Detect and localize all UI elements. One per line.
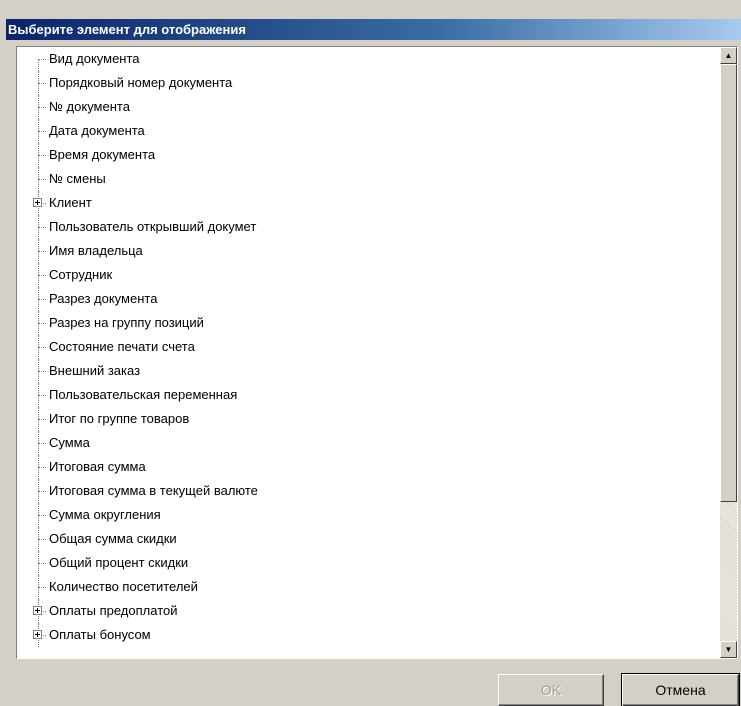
tree-item-label: Сотрудник [49, 267, 113, 282]
tree-item[interactable]: Оплаты предоплатой [17, 599, 718, 623]
tree-item[interactable]: № документа [17, 95, 718, 119]
tree-item[interactable]: Клиент [17, 191, 718, 215]
tree-connector-line [38, 275, 46, 276]
tree-item[interactable]: Оплаты бонусом [17, 623, 718, 647]
tree-item-label: Итоговая сумма [49, 459, 146, 474]
expand-plus-icon[interactable] [33, 606, 42, 615]
arrow-down-icon: ▼ [724, 645, 733, 654]
tree-item-label: Сумма округления [49, 507, 161, 522]
ok-button[interactable]: OK [498, 674, 604, 706]
vertical-scrollbar[interactable]: ▲ ▼ [720, 47, 737, 658]
tree-item[interactable]: Разрез документа [17, 287, 718, 311]
tree-item[interactable]: Итоговая сумма [17, 455, 718, 479]
tree-item[interactable]: Итоговая сумма в текущей валюте [17, 479, 718, 503]
tree-item-label: Дата документа [49, 123, 145, 138]
tree-item[interactable]: Сумма округления [17, 503, 718, 527]
tree-item-label: № документа [49, 99, 130, 114]
tree-connector-line [38, 443, 46, 444]
tree-item[interactable]: Сотрудник [17, 263, 718, 287]
tree-item[interactable]: Состояние печати счета [17, 335, 718, 359]
tree-connector-line [38, 515, 46, 516]
tree-item-label: Состояние печати счета [49, 339, 195, 354]
tree-connector-line [38, 155, 46, 156]
tree-connector-line [38, 227, 46, 228]
tree-item[interactable]: Имя владельца [17, 239, 718, 263]
dialog-window: Выберите элемент для отображения Вид док… [6, 19, 741, 706]
tree-item-label: Итог по группе товаров [49, 411, 190, 426]
tree-item[interactable]: Пользовательская переменная [17, 383, 718, 407]
tree-item-label: Разрез на группу позиций [49, 315, 204, 330]
tree-connector-line [38, 83, 46, 84]
tree-connector-line [38, 563, 46, 564]
tree-item-label: Количество посетителей [49, 579, 198, 594]
tree-connector-line [38, 59, 39, 71]
arrow-up-icon: ▲ [724, 51, 733, 60]
scroll-up-button[interactable]: ▲ [720, 47, 737, 64]
tree-item-label: Оплаты бонусом [49, 627, 151, 642]
tree-item[interactable]: Время документа [17, 143, 718, 167]
tree-item-label: Оплаты предоплатой [49, 603, 178, 618]
tree-connector-line [38, 179, 46, 180]
tree-connector-line [38, 371, 46, 372]
tree-item[interactable]: Порядковый номер документа [17, 71, 718, 95]
tree-item[interactable]: Пользователь открывший докумет [17, 215, 718, 239]
tree-connector-line [38, 347, 46, 348]
tree-connector-line [38, 419, 46, 420]
tree-connector-line [38, 59, 46, 60]
tree-connector-line [38, 491, 46, 492]
expand-plus-icon[interactable] [33, 198, 42, 207]
tree-item-label: № смены [49, 171, 106, 186]
tree-item-label: Общий процент скидки [49, 555, 189, 570]
tree-connector-line [38, 251, 46, 252]
tree-item-label: Время документа [49, 147, 156, 162]
expand-plus-icon[interactable] [33, 630, 42, 639]
tree-item-label: Имя владельца [49, 243, 143, 258]
tree-item-label: Вид документа [49, 51, 140, 66]
tree-item[interactable]: Итог по группе товаров [17, 407, 718, 431]
tree-item-label: Сумма [49, 435, 90, 450]
tree-item[interactable]: Общий процент скидки [17, 551, 718, 575]
scroll-thumb[interactable] [720, 64, 737, 502]
tree-view[interactable]: Вид документа Порядковый номер документа №… [16, 46, 738, 659]
tree-connector-line [38, 107, 46, 108]
dialog-title: Выберите элемент для отображения [6, 19, 741, 40]
tree-connector-line [38, 395, 46, 396]
tree-item[interactable]: Дата документа [17, 119, 718, 143]
tree-connector-line [38, 131, 46, 132]
tree-connector-line [38, 587, 46, 588]
tree-connector-line [38, 539, 46, 540]
tree-item[interactable]: Вид документа [17, 47, 718, 71]
tree-connector-line [38, 323, 46, 324]
tree-list: Вид документа Порядковый номер документа №… [17, 47, 718, 658]
tree-item-label: Пользователь открывший докумет [49, 219, 257, 234]
tree-item-label: Внешний заказ [49, 363, 141, 378]
cancel-button[interactable]: Отмена [621, 673, 740, 706]
tree-connector-line [38, 299, 46, 300]
tree-item-label: Пользовательская переменная [49, 387, 238, 402]
tree-item[interactable]: Количество посетителей [17, 575, 718, 599]
tree-item-label: Разрез документа [49, 291, 158, 306]
tree-item[interactable]: Внешний заказ [17, 359, 718, 383]
tree-item-label: Итоговая сумма в текущей валюте [49, 483, 258, 498]
tree-item[interactable]: Сумма [17, 431, 718, 455]
tree-item[interactable]: Общая сумма скидки [17, 527, 718, 551]
tree-item-label: Клиент [49, 195, 92, 210]
tree-connector-line [38, 467, 46, 468]
tree-item-label: Общая сумма скидки [49, 531, 177, 546]
tree-item[interactable]: Разрез на группу позиций [17, 311, 718, 335]
scroll-down-button[interactable]: ▼ [720, 641, 737, 658]
tree-item-label: Порядковый номер документа [49, 75, 233, 90]
tree-item[interactable]: № смены [17, 167, 718, 191]
